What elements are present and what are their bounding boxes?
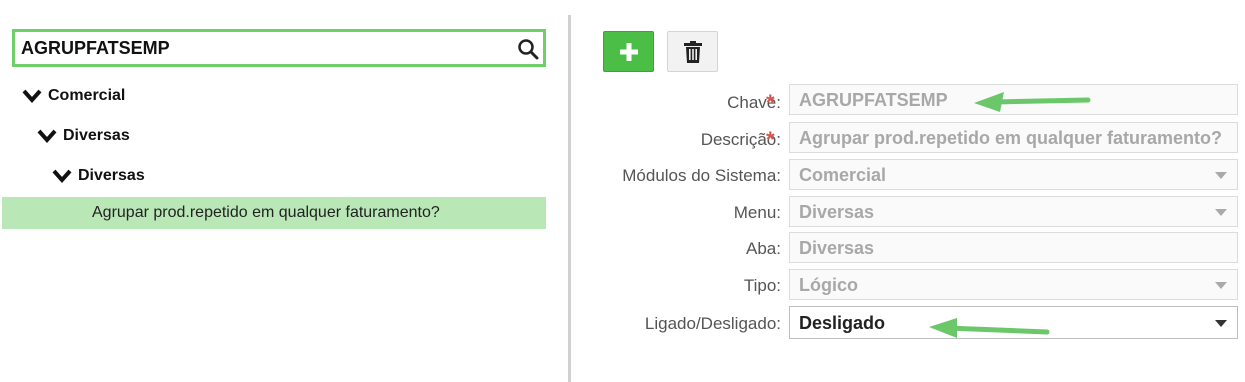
annotation-arrow-icon <box>929 318 1050 338</box>
descricao-value: Agrupar prod.repetido em qualquer fatura… <box>799 128 1223 148</box>
tree-node-diversas-sub[interactable]: Diversas <box>52 167 145 185</box>
required-marker: * <box>766 90 775 115</box>
menu-value: Diversas <box>799 202 875 222</box>
aba-label: Aba: <box>746 239 781 258</box>
chevron-down-icon[interactable] <box>22 89 42 103</box>
annotation-arrow-icon <box>974 92 1091 112</box>
trash-icon <box>683 40 702 63</box>
tree-leaf-label: Agrupar prod.repetido em qualquer fatura… <box>92 204 440 221</box>
aba-field[interactable]: Diversas <box>789 232 1238 263</box>
tree-node-label: Diversas <box>63 127 130 144</box>
tree-node-label: Comercial <box>48 87 126 104</box>
search-icon[interactable] <box>517 38 539 60</box>
plus-icon <box>619 42 638 61</box>
menu-label: Menu: <box>733 203 781 222</box>
tipo-label: Tipo: <box>743 276 781 295</box>
chevron-down-icon[interactable] <box>37 129 57 143</box>
ligado-label: Ligado/Desligado: <box>644 314 781 333</box>
chevron-down-icon[interactable] <box>52 169 72 183</box>
required-marker: * <box>766 127 775 152</box>
panel-divider[interactable] <box>568 15 571 382</box>
modulos-value: Comercial <box>799 165 887 185</box>
tipo-select[interactable]: Lógico <box>789 269 1238 300</box>
dropdown-caret-icon[interactable] <box>1215 282 1227 289</box>
modulos-select[interactable]: Comercial <box>789 159 1238 190</box>
menu-select[interactable]: Diversas <box>789 196 1238 227</box>
aba-value: Diversas <box>799 238 875 258</box>
dropdown-caret-icon[interactable] <box>1215 209 1227 216</box>
tree-node-diversas[interactable]: Diversas <box>37 127 130 145</box>
search-input[interactable] <box>21 32 511 64</box>
tree-node-label: Diversas <box>78 167 145 184</box>
dropdown-caret-icon[interactable] <box>1215 172 1227 179</box>
descricao-field[interactable]: Agrupar prod.repetido em qualquer fatura… <box>789 122 1238 153</box>
tree-leaf-selected[interactable]: Agrupar prod.repetido em qualquer fatura… <box>2 197 546 229</box>
tree-node-comercial[interactable]: Comercial <box>22 87 125 105</box>
add-button[interactable] <box>603 31 654 72</box>
tipo-value: Lógico <box>799 275 858 295</box>
dropdown-caret-icon[interactable] <box>1215 320 1227 327</box>
delete-button[interactable] <box>667 31 718 72</box>
search-box[interactable] <box>12 29 546 67</box>
modulos-label: Módulos do Sistema: <box>622 166 781 185</box>
